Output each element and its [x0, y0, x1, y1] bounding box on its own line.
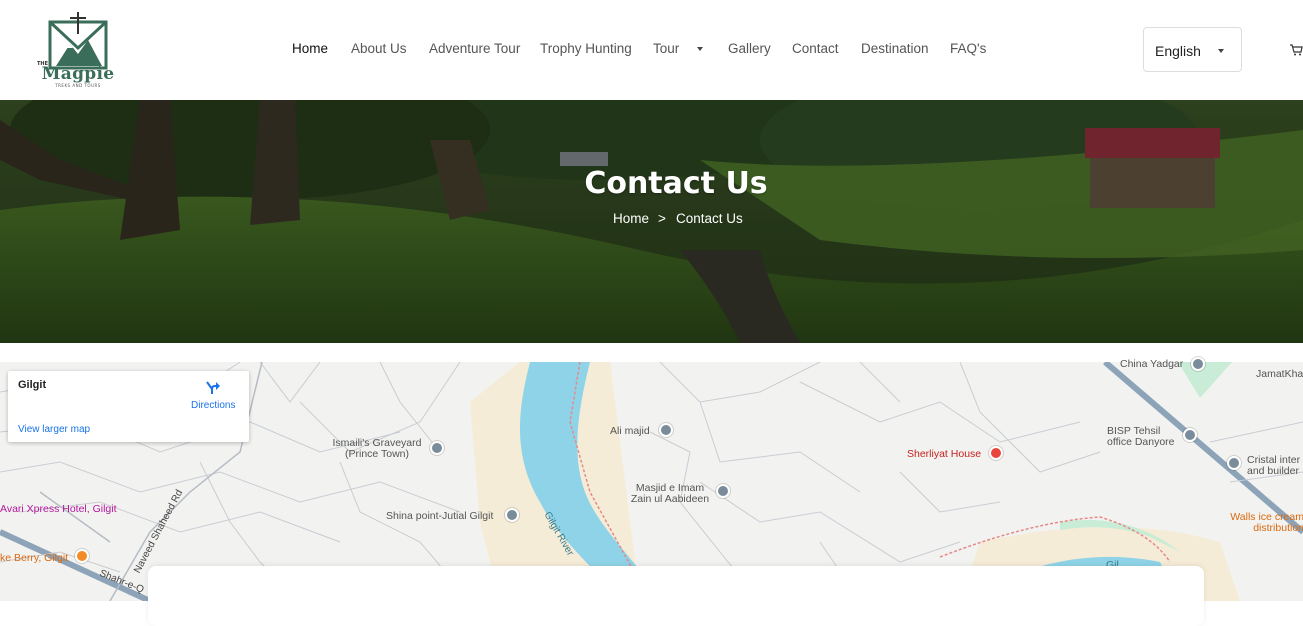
business-pin-icon[interactable] — [1227, 456, 1241, 470]
poi-cristal-line2: and builder — [1247, 465, 1299, 477]
logo-tagline: TREKS AND TOURS — [55, 83, 101, 88]
view-larger-map-link[interactable]: View larger map — [18, 424, 90, 435]
breadcrumb-current: Contact Us — [676, 211, 743, 226]
poi-china-yadgar[interactable]: China Yadgar — [1120, 359, 1183, 370]
landmark-pin-icon[interactable] — [1191, 357, 1205, 371]
poi-ismailis-graveyard-line2: (Prince Town) — [345, 448, 409, 460]
breadcrumb-separator: > — [658, 211, 666, 226]
mosque-pin-icon[interactable] — [716, 484, 730, 498]
nav-about-us[interactable]: About Us — [351, 41, 407, 56]
language-select[interactable]: English — [1143, 27, 1242, 72]
poi-shina-point[interactable]: Shina point-Jutial Gilgit — [386, 511, 493, 522]
poi-walls-ice-cream[interactable]: Walls ice cream distribution — [1214, 512, 1303, 534]
poi-cristal[interactable]: Cristal inter and builder — [1247, 455, 1303, 477]
contact-form-card — [148, 566, 1204, 626]
poi-masjid-line2: Zain ul Aabideen — [630, 493, 710, 505]
site-header: THE Magpie TREKS AND TOURS Home About Us… — [0, 0, 1303, 100]
poi-bisp-line2: office Danyore — [1107, 436, 1175, 448]
government-pin-icon[interactable] — [1183, 428, 1197, 442]
hero-banner — [0, 100, 1303, 343]
poi-ismailis-graveyard[interactable]: Ismaili's Graveyard (Prince Town) — [332, 438, 422, 460]
cemetery-pin-icon[interactable] — [430, 441, 444, 455]
poi-bisp[interactable]: BISP Tehsil office Danyore — [1107, 426, 1187, 448]
nav-adventure-tour[interactable]: Adventure Tour — [429, 41, 520, 56]
page-title: Contact Us — [584, 166, 768, 201]
logo-wordmark: Magpie — [41, 64, 115, 84]
map-place-title: Gilgit — [18, 379, 47, 391]
mosque-pin-icon[interactable] — [659, 423, 673, 437]
nav-gallery[interactable]: Gallery — [728, 41, 771, 56]
breadcrumb-home[interactable]: Home — [613, 211, 649, 226]
poi-walls-line2: distribution — [1253, 522, 1303, 534]
poi-masjid-imam[interactable]: Masjid e Imam Zain ul Aabideen — [620, 483, 720, 505]
nav-home[interactable]: Home — [292, 41, 328, 56]
nav-contact[interactable]: Contact — [792, 41, 839, 56]
poi-berry[interactable]: ke Berry, Gilgit — [0, 553, 68, 564]
poi-sherliyat-house[interactable]: Sherliyat House — [907, 449, 981, 460]
poi-avari-xpress[interactable]: Avari Xpress Hotel, Gilgit — [0, 504, 117, 515]
cart-icon[interactable] — [1289, 43, 1303, 57]
nav-trophy-hunting[interactable]: Trophy Hunting — [540, 41, 632, 56]
nav-faqs[interactable]: FAQ's — [950, 41, 986, 56]
lodging-pin-icon[interactable] — [989, 446, 1003, 460]
directions-link[interactable]: Directions — [191, 400, 235, 411]
map-info-card: Gilgit Directions View larger map — [8, 371, 249, 442]
place-pin-icon[interactable] — [505, 508, 519, 522]
language-selected: English — [1155, 43, 1201, 59]
nav-destination[interactable]: Destination — [861, 41, 929, 56]
nav-tour[interactable]: Tour — [653, 41, 679, 56]
poi-ali-majid[interactable]: Ali majid — [610, 426, 650, 437]
poi-jamatkhana[interactable]: JamatKha — [1256, 369, 1303, 380]
hero-landscape-image — [0, 100, 1303, 343]
directions-icon[interactable] — [204, 380, 220, 396]
restaurant-pin-icon[interactable] — [75, 549, 89, 563]
tour-dropdown-caret-icon[interactable] — [697, 47, 703, 51]
chevron-down-icon — [1218, 49, 1224, 53]
